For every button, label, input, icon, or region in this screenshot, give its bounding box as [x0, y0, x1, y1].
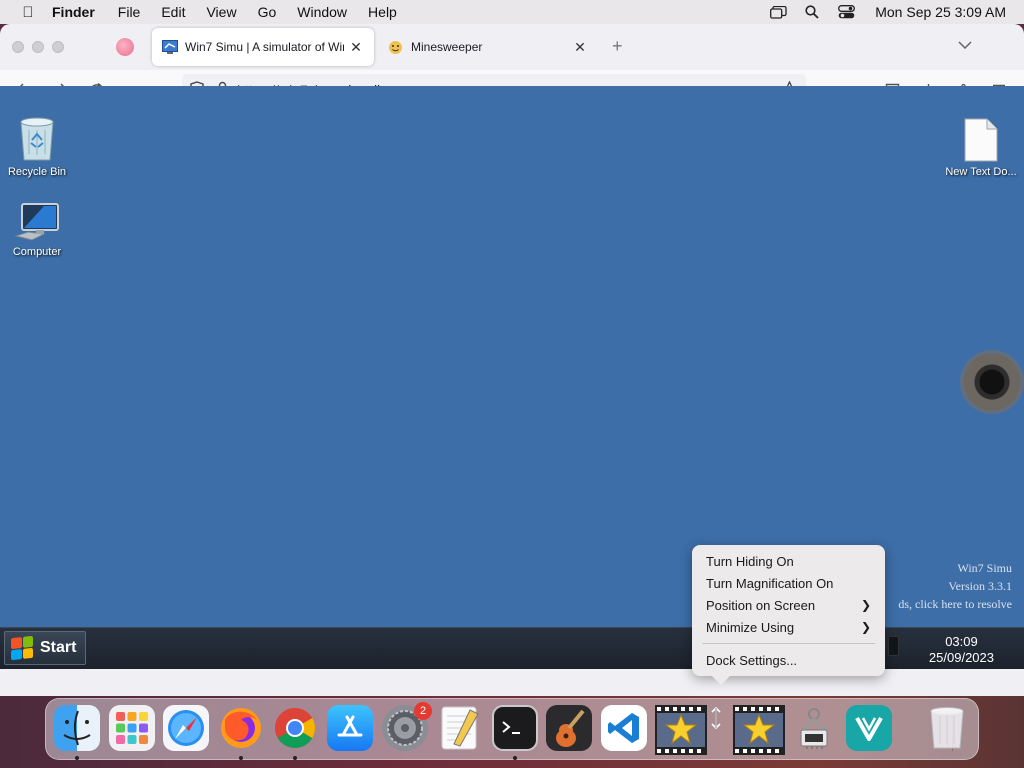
menu-item-dock-settings[interactable]: Dock Settings... [692, 649, 885, 671]
system-info-icon[interactable] [791, 705, 837, 751]
firefox-icon[interactable] [218, 705, 264, 751]
submenu-chevron-icon: ❯ [860, 620, 871, 634]
menu-item-turn-hiding-on[interactable]: Turn Hiding On [692, 550, 885, 572]
zoom-window-button[interactable] [52, 41, 64, 53]
menu-item-minimize-using[interactable]: Minimize Using ❯ [692, 616, 885, 638]
desktop-icon-computer[interactable]: Computer [0, 202, 74, 258]
menubar-clock[interactable]: Mon Sep 25 3:09 AM [875, 4, 1006, 20]
menu-item-turn-magnification-on[interactable]: Turn Magnification On [692, 572, 885, 594]
tab-title: Minesweeper [411, 40, 483, 54]
menu-file[interactable]: File [118, 4, 141, 20]
vectorize-icon[interactable] [846, 705, 892, 751]
taskbar-date: 25/09/2023 [928, 650, 994, 665]
imovie-icon[interactable] [655, 705, 707, 755]
new-tab-icon[interactable]: + [612, 36, 623, 57]
app-store-icon[interactable] [327, 705, 373, 751]
mac-menubar:  Finder File Edit View Go Window Help M… [0, 0, 1024, 24]
context-menu-pointer [711, 675, 731, 685]
mouse-cursor-indicator [960, 350, 1024, 414]
menu-item-label: Minimize Using [706, 619, 795, 635]
close-window-button[interactable] [12, 41, 24, 53]
pinned-tab-icon[interactable] [116, 38, 134, 56]
taskbar-time: 03:09 [945, 634, 978, 649]
garageband-icon[interactable] [546, 705, 592, 751]
menu-item-position-on-screen[interactable]: Position on Screen ❯ [692, 594, 885, 616]
safari-icon[interactable] [163, 705, 209, 751]
finder-icon[interactable] [54, 705, 100, 751]
menu-go[interactable]: Go [258, 4, 277, 20]
menu-window[interactable]: Window [297, 4, 347, 20]
control-center-icon[interactable] [837, 5, 855, 19]
version-line: Version 3.3.1 [948, 579, 1012, 593]
running-indicator [513, 756, 517, 760]
desktop-icon-label: Computer [12, 246, 62, 258]
menu-help[interactable]: Help [368, 4, 397, 20]
running-indicator [75, 756, 79, 760]
terminal-icon[interactable] [492, 705, 538, 751]
windows-logo-icon [11, 635, 33, 661]
trash-icon[interactable] [924, 705, 970, 751]
win7-version-info[interactable]: Win7 Simu Version 3.3.1 ds, click here t… [898, 559, 1012, 613]
dock-context-menu: Turn Hiding On Turn Magnification On Pos… [692, 545, 885, 676]
desktop-icon-recycle-bin[interactable]: Recycle Bin [0, 114, 74, 178]
menu-item-label: Turn Magnification On [706, 575, 834, 591]
system-preferences-icon[interactable]: 2 [382, 702, 432, 751]
tray-battery-icon[interactable] [888, 636, 899, 656]
notification-badge: 2 [414, 702, 432, 720]
dock-resize-handle-icon[interactable] [711, 706, 721, 730]
menu-item-label: Dock Settings... [706, 652, 798, 668]
running-indicator [293, 756, 297, 760]
desktop-icon-label: Recycle Bin [7, 166, 67, 178]
launchpad-icon[interactable] [109, 705, 155, 751]
tab-minesweeper[interactable]: Minesweeper ✕ [380, 28, 596, 66]
taskbar-clock[interactable]: 03:09 25/09/2023 [929, 634, 994, 666]
desktop-icon-label: New Text Do... [945, 166, 1017, 178]
window-controls [12, 41, 64, 53]
minesweeper-favicon-icon [388, 40, 404, 54]
minimize-window-button[interactable] [32, 41, 44, 53]
desktop-icon-new-text-document[interactable]: New Text Do... [944, 118, 1018, 178]
tab-bar: Win7 Simu | A simulator of Windows 7 ✕ M… [0, 24, 1024, 70]
screen-mirroring-icon[interactable] [769, 5, 787, 19]
menu-separator [702, 643, 875, 644]
close-tab-icon[interactable]: ✕ [348, 39, 364, 56]
mac-dock: 2 [45, 698, 979, 760]
computer-icon [14, 202, 60, 242]
running-indicator [239, 756, 243, 760]
version-line: ds, click here to resolve [898, 597, 1012, 611]
spotlight-search-icon[interactable] [803, 5, 821, 19]
menu-edit[interactable]: Edit [161, 4, 185, 20]
menu-view[interactable]: View [206, 4, 236, 20]
close-tab-icon[interactable]: ✕ [572, 39, 588, 56]
version-line: Win7 Simu [957, 561, 1012, 575]
imovie-icon[interactable] [733, 705, 785, 755]
list-all-tabs-icon[interactable] [958, 36, 972, 52]
tab-win7simu[interactable]: Win7 Simu | A simulator of Windows 7 ✕ [152, 28, 374, 66]
recycle-bin-icon [17, 114, 57, 162]
win7simu-favicon-icon [162, 40, 178, 54]
text-document-icon [963, 118, 999, 162]
menu-item-label: Position on Screen [706, 597, 816, 613]
menu-item-label: Turn Hiding On [706, 553, 794, 569]
submenu-chevron-icon: ❯ [860, 598, 871, 612]
menu-app-name[interactable]: Finder [52, 4, 95, 20]
vscode-icon[interactable] [601, 705, 647, 751]
chrome-icon[interactable] [272, 705, 318, 751]
textedit-icon[interactable] [437, 705, 483, 751]
tab-title: Win7 Simu | A simulator of Windows 7 [185, 40, 344, 54]
apple-icon[interactable]:  [18, 4, 38, 21]
start-label: Start [40, 639, 77, 656]
start-button[interactable]: Start [4, 631, 86, 665]
